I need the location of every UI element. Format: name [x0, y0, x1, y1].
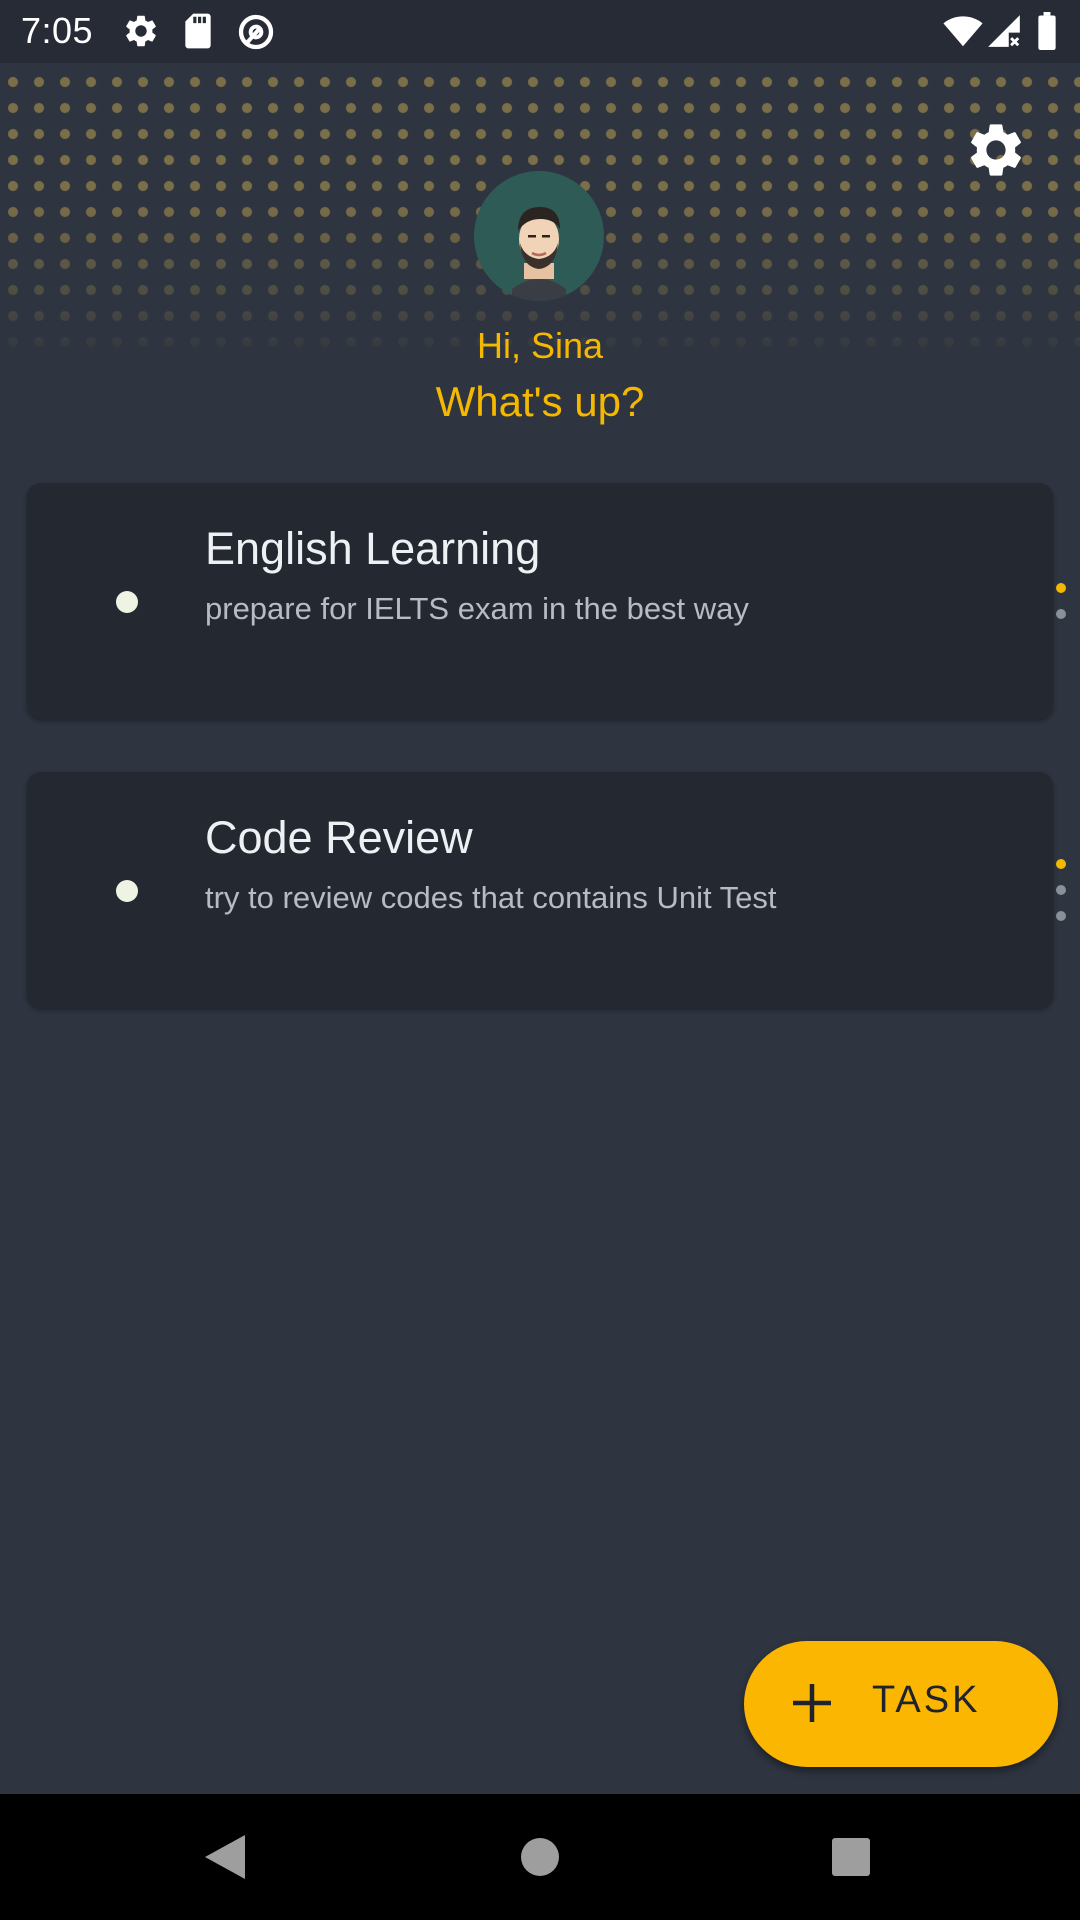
home-icon — [521, 1838, 559, 1876]
back-icon — [205, 1835, 245, 1879]
wifi-icon — [942, 14, 984, 53]
task-bullet — [116, 880, 138, 902]
priority-dot-active — [1056, 583, 1066, 593]
greeting-text: Hi, Sina — [476, 325, 604, 366]
avatar-illustration — [512, 207, 566, 301]
priority-dot — [1056, 885, 1066, 895]
status-bar: 7:05 — [0, 0, 1080, 63]
priority-dot — [1056, 609, 1066, 619]
task-description: prepare for IELTS exam in the best way — [205, 591, 749, 626]
back-button[interactable] — [165, 1794, 285, 1920]
task-description: try to review codes that contains Unit T… — [205, 880, 777, 915]
status-time: 7:05 — [21, 10, 94, 51]
data-saver-icon — [236, 12, 276, 57]
recents-button[interactable] — [791, 1794, 911, 1920]
add-task-label: TASK — [872, 1679, 981, 1721]
priority-dot-active — [1056, 859, 1066, 869]
priority-dot — [1056, 911, 1066, 921]
task-card[interactable]: Code Review try to review codes that con… — [27, 772, 1066, 1008]
signal-no-data-icon — [985, 12, 1023, 55]
add-task-button[interactable]: TASK — [744, 1641, 1058, 1767]
recents-icon — [832, 1838, 870, 1876]
task-title: English Learning — [205, 523, 541, 574]
home-button[interactable] — [480, 1794, 600, 1920]
battery-icon — [1036, 12, 1058, 55]
navigation-bar — [0, 1794, 1080, 1920]
subgreeting-text: What's up? — [435, 378, 645, 425]
settings-button[interactable] — [964, 118, 1028, 182]
sd-card-icon — [181, 12, 215, 55]
task-bullet — [116, 591, 138, 613]
task-card[interactable]: English Learning prepare for IELTS exam … — [27, 483, 1066, 719]
task-title: Code Review — [205, 812, 473, 863]
gear-icon — [122, 12, 160, 55]
gear-icon — [971, 124, 1021, 176]
plus-icon — [790, 1681, 834, 1730]
avatar[interactable] — [474, 171, 604, 301]
